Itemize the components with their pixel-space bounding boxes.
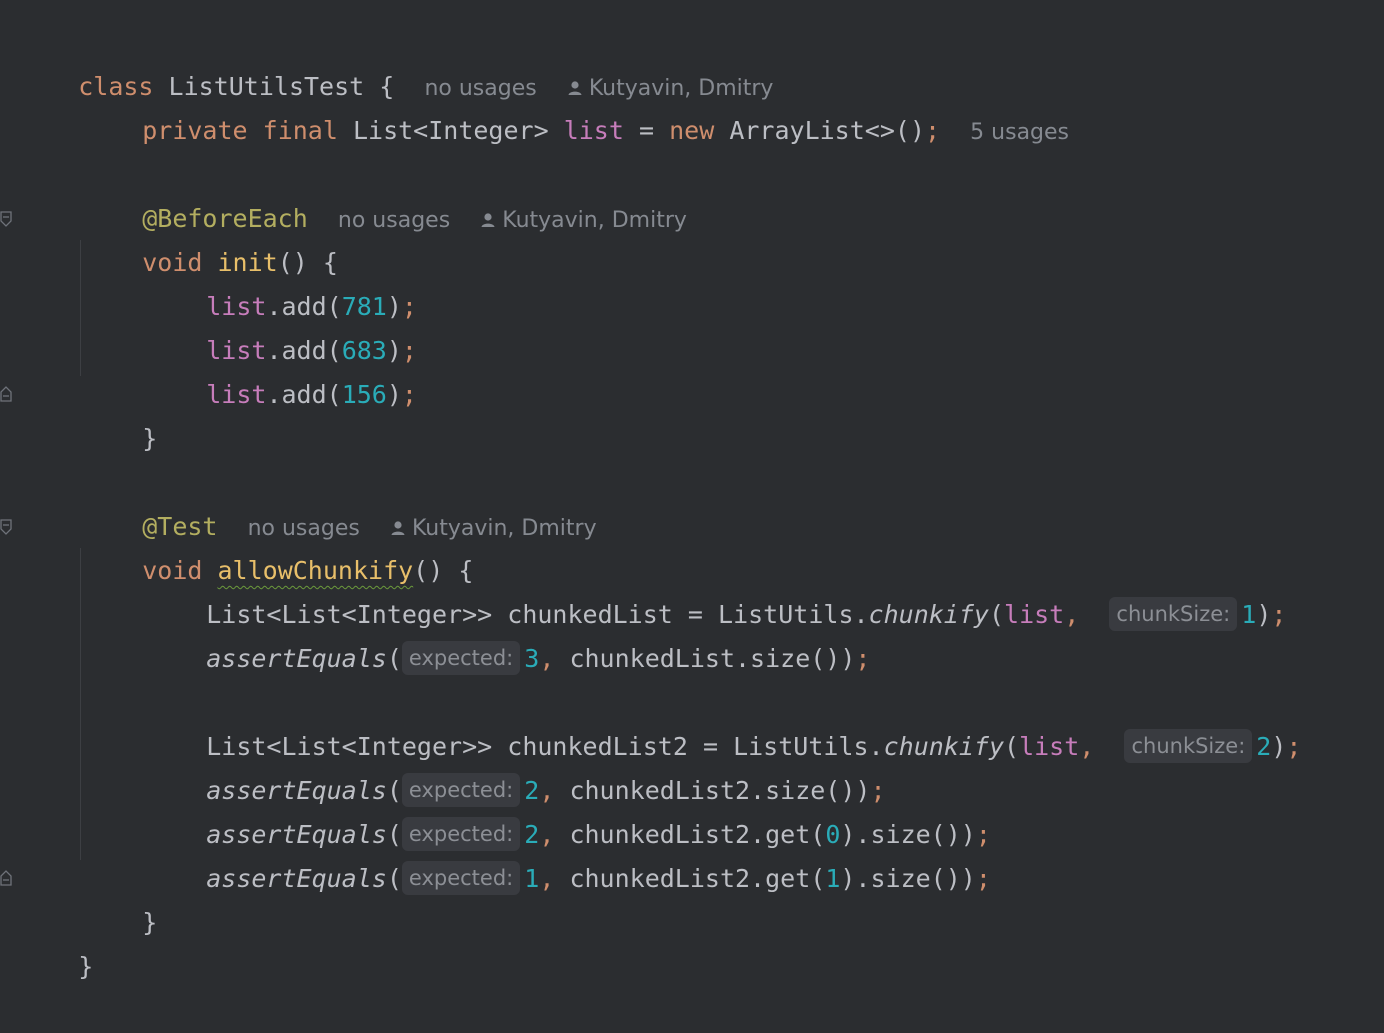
comma: , (539, 864, 555, 893)
code-line-add[interactable]: list.add(781); (146, 241, 417, 321)
fold-marker-icon[interactable] (0, 386, 12, 402)
author-name: Kutyavin, Dmitry (502, 208, 687, 233)
constructor-call: ArrayList<>() (729, 116, 925, 145)
semicolon: ; (925, 116, 941, 145)
code-line-add[interactable]: list.add(156); (146, 329, 417, 409)
close-paren: ) (1271, 732, 1287, 761)
static-method-call: chunkify (868, 600, 989, 629)
comma: , (1064, 600, 1080, 629)
static-method-call: chunkify (883, 732, 1005, 761)
code-line-assert[interactable]: assertEquals(expected: 2, chunkedList2.si… (146, 725, 886, 807)
code-line-field-decl[interactable]: private final List<Integer> list = new A… (82, 65, 1069, 145)
type-name: List<Integer> (352, 116, 549, 145)
author-hint[interactable]: Kutyavin, Dmitry (480, 208, 687, 233)
code-line-annotation[interactable]: @BeforeEach no usages Kutyavin, Dmitry (82, 153, 687, 233)
code-line-add[interactable]: list.add(683); (146, 285, 417, 365)
parameter-hint[interactable]: expected: (401, 641, 521, 675)
semicolon: ; (1286, 732, 1302, 761)
keyword-final: final (262, 116, 338, 145)
open-paren: ( (386, 644, 402, 673)
semicolon: ; (401, 380, 417, 409)
code-line-annotation[interactable]: @Test no usages Kutyavin, Dmitry (82, 461, 596, 541)
semicolon: ; (855, 644, 871, 673)
code-line-chunkify[interactable]: List<List<Integer>> chunkedList = ListUt… (146, 549, 1286, 631)
code-line-close-brace[interactable]: } (18, 901, 93, 981)
code-line-assert[interactable]: assertEquals(expected: 1, chunkedList2.ge… (146, 813, 991, 895)
field-name: list (563, 116, 624, 145)
code-line-assert[interactable]: assertEquals(expected: 3, chunkedList.siz… (146, 593, 870, 675)
code-line-close-brace[interactable]: } (82, 373, 157, 453)
usages-hint[interactable]: no usages (338, 208, 450, 233)
open-paren: ( (988, 600, 1005, 629)
comma: , (1079, 732, 1095, 761)
code-line-class-decl[interactable]: class ListUtilsTest { no usages Kutyavin… (18, 21, 773, 101)
expression: chunkedList2.get( (569, 864, 826, 893)
person-icon (481, 213, 495, 227)
comma: , (539, 644, 555, 673)
field-ref: list (1004, 600, 1065, 629)
semicolon: ; (975, 864, 991, 893)
parameter-hint[interactable]: expected: (401, 861, 521, 895)
semicolon: ; (1271, 600, 1287, 629)
open-paren: ( (386, 864, 402, 893)
static-method-call: assertEquals (206, 644, 387, 673)
number-literal: 2 (1256, 732, 1272, 761)
open-paren: ( (1004, 732, 1020, 761)
expression-tail: ).size()) (840, 864, 976, 893)
keyword-private: private (142, 116, 248, 145)
index-literal: 1 (825, 864, 841, 893)
keyword-new: new (669, 116, 715, 145)
usages-hint[interactable]: 5 usages (970, 120, 1069, 145)
parameter-hint[interactable]: chunkSize: (1109, 597, 1238, 631)
number-literal: 1 (524, 864, 540, 893)
indent-guide (80, 240, 81, 376)
static-method-call: assertEquals (206, 864, 387, 893)
code-line-assert[interactable]: assertEquals(expected: 2, chunkedList2.ge… (146, 769, 991, 851)
fold-marker-icon[interactable] (0, 519, 12, 535)
method-call: .add( (266, 380, 342, 409)
fold-marker-icon[interactable] (0, 211, 12, 227)
expression: chunkedList.size()) (569, 644, 856, 673)
close-brace: } (78, 952, 94, 981)
indent-guide (80, 548, 81, 860)
code-line-method-decl[interactable]: void init() { (82, 197, 338, 277)
number-literal: 156 (341, 380, 387, 409)
close-paren: ) (1256, 600, 1272, 629)
field-ref: list (1019, 732, 1080, 761)
code-editor[interactable]: class ListUtilsTest { no usages Kutyavin… (0, 0, 1384, 981)
code-line-method-decl[interactable]: void allowChunkify() { (82, 505, 473, 585)
close-paren: ) (386, 380, 402, 409)
field-ref: list (206, 380, 267, 409)
parameter-hint[interactable]: chunkSize: (1124, 729, 1253, 763)
code-line-close-brace[interactable]: } (82, 857, 157, 937)
close-brace: } (142, 424, 158, 453)
editor-gutter (0, 0, 14, 952)
fold-marker-icon[interactable] (0, 870, 12, 886)
code-line-chunkify[interactable]: List<List<Integer>> chunkedList2 = ListU… (146, 681, 1301, 763)
number-literal: 3 (524, 644, 540, 673)
close-brace: } (142, 908, 158, 937)
number-literal: 1 (1241, 600, 1257, 629)
operator: = (638, 116, 655, 145)
